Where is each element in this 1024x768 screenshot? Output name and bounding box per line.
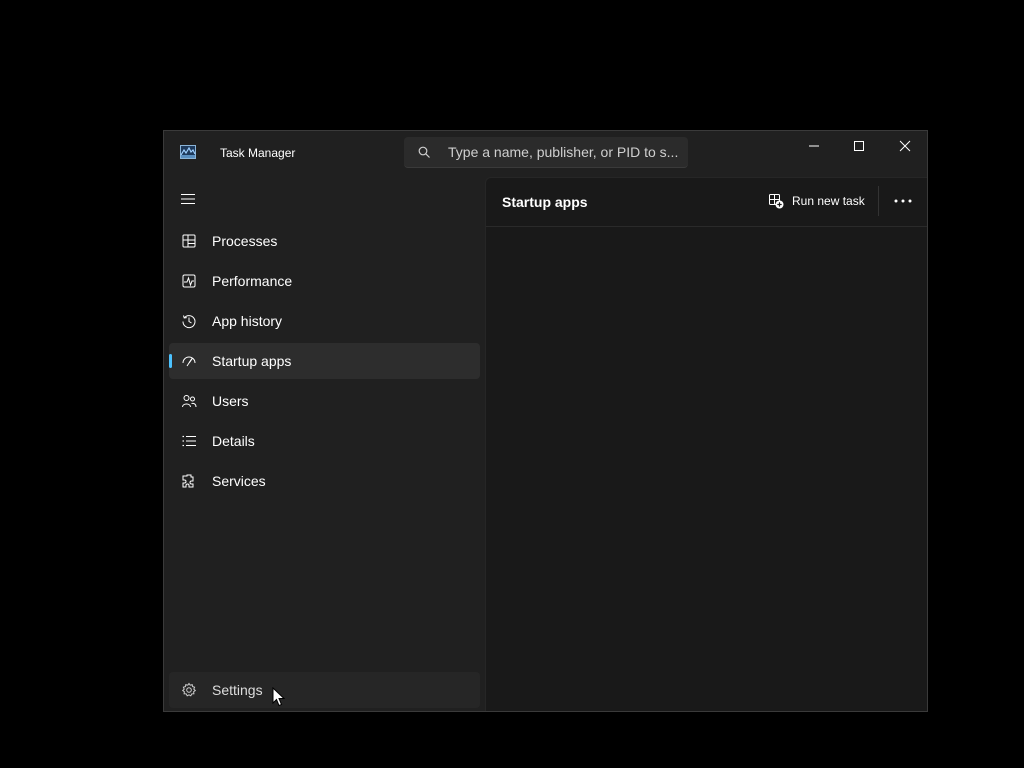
- title-bar[interactable]: Task Manager: [164, 131, 927, 177]
- sidebar-item-label: Performance: [212, 273, 293, 289]
- users-icon: [180, 392, 198, 410]
- details-icon: [180, 432, 198, 450]
- search-icon: [418, 146, 430, 158]
- sidebar-item-label: Settings: [212, 682, 263, 698]
- maximize-icon: [854, 141, 864, 151]
- sidebar-item-users[interactable]: Users: [169, 383, 480, 419]
- gear-icon: [180, 681, 198, 699]
- maximize-button[interactable]: [836, 131, 882, 161]
- sidebar-item-label: Services: [212, 473, 266, 489]
- sidebar-item-label: Users: [212, 393, 249, 409]
- header-divider: [878, 186, 879, 216]
- startup-icon: [180, 352, 198, 370]
- app-title: Task Manager: [220, 146, 296, 160]
- processes-icon: [180, 232, 198, 250]
- run-new-task-label: Run new task: [792, 194, 865, 208]
- more-options-icon: [894, 199, 912, 203]
- navigation-sidebar: Processes Performance App history Startu…: [164, 177, 484, 711]
- sidebar-item-details[interactable]: Details: [169, 423, 480, 459]
- close-button[interactable]: [882, 131, 927, 161]
- mouse-cursor-icon: [272, 687, 286, 707]
- page-title: Startup apps: [502, 194, 588, 210]
- performance-icon: [180, 272, 198, 290]
- more-options-button[interactable]: [886, 186, 920, 216]
- active-indicator: [169, 354, 172, 368]
- sidebar-item-label: Details: [212, 433, 255, 449]
- sidebar-item-label: App history: [212, 313, 283, 329]
- services-icon: [180, 472, 198, 490]
- startup-apps-panel: Startup apps Run new task: [485, 177, 927, 711]
- hamburger-icon: [181, 194, 195, 204]
- history-icon: [180, 312, 198, 330]
- task-manager-icon: [180, 145, 196, 159]
- run-new-task-button[interactable]: Run new task: [764, 186, 870, 216]
- search-box[interactable]: [404, 137, 688, 168]
- run-new-task-icon: [769, 194, 784, 209]
- sidebar-item-startup-apps[interactable]: Startup apps: [169, 343, 480, 379]
- sidebar-item-label: Startup apps: [212, 353, 292, 369]
- sidebar-item-performance[interactable]: Performance: [169, 263, 480, 299]
- search-input[interactable]: [448, 137, 680, 167]
- sidebar-item-settings[interactable]: Settings: [169, 672, 480, 708]
- close-icon: [899, 140, 911, 152]
- sidebar-item-label: Processes: [212, 233, 278, 249]
- sidebar-item-services[interactable]: Services: [169, 463, 480, 499]
- minimize-button[interactable]: [791, 131, 837, 161]
- task-manager-window: Task Manager Type a name, publisher, or …: [163, 130, 928, 712]
- sidebar-item-processes[interactable]: Processes: [169, 223, 480, 259]
- sidebar-item-app-history[interactable]: App history: [169, 303, 480, 339]
- hamburger-button[interactable]: [174, 185, 202, 213]
- content-header: Startup apps Run new task: [486, 178, 927, 227]
- minimize-icon: [809, 145, 819, 147]
